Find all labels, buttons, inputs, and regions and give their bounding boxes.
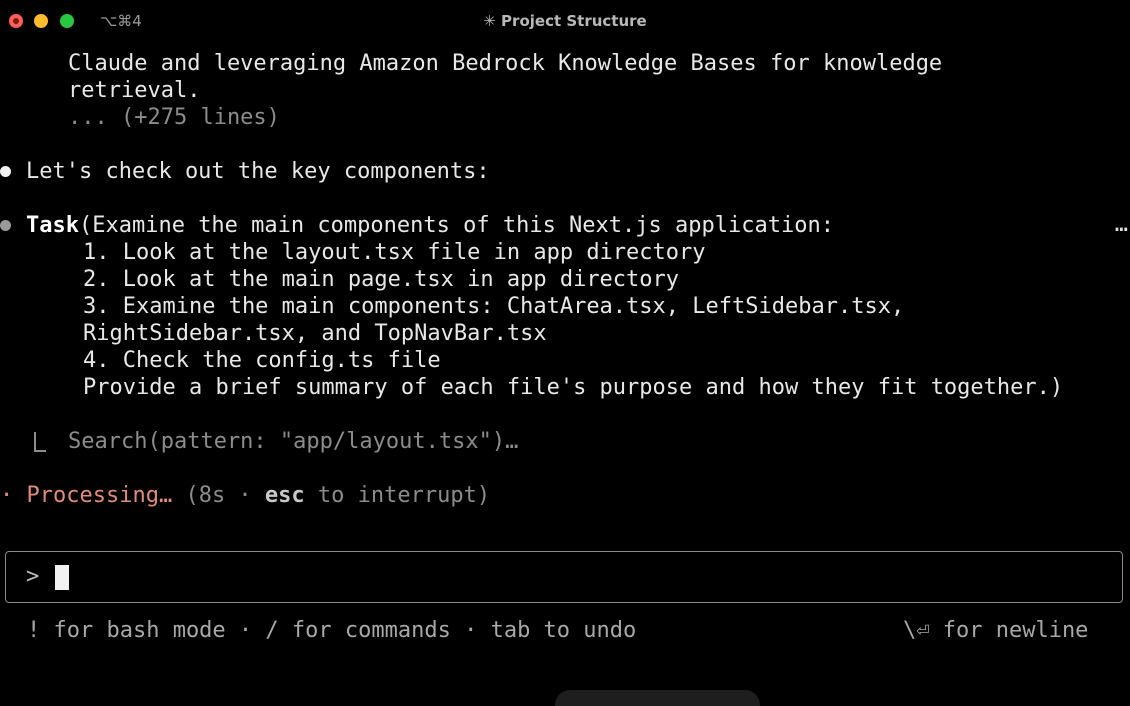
task-line: 1. Look at the layout.tsx file in app di… bbox=[83, 240, 706, 265]
assistant-message: Let's check out the key components: bbox=[26, 159, 490, 184]
footer-hints: ! for bash mode · / for commands · tab t… bbox=[27, 618, 637, 643]
task-header: Task(Examine the main components of this… bbox=[26, 212, 834, 239]
esc-key-label: esc bbox=[264, 483, 305, 508]
task-label: Task bbox=[26, 213, 79, 238]
processing-label: Processing… bbox=[26, 483, 173, 508]
status-line: · Processing… (8s · esc to interrupt) bbox=[0, 482, 490, 509]
newline-hint: \⏎ for newline bbox=[903, 618, 1089, 643]
elapsed-time: (8s · bbox=[172, 483, 265, 508]
tool-call-line: Search(pattern: "app/layout.tsx")… bbox=[68, 429, 519, 454]
task-line: 4. Check the config.ts file bbox=[83, 348, 441, 373]
task-bullet-icon bbox=[0, 220, 11, 231]
task-description: (Examine the main components of this Nex… bbox=[78, 213, 834, 238]
prompt-input[interactable]: > bbox=[5, 551, 1123, 603]
output-line: Claude and leveraging Amazon Bedrock Kno… bbox=[68, 51, 943, 76]
tree-corner-icon bbox=[34, 432, 46, 452]
text-cursor bbox=[55, 565, 69, 590]
task-line: 3. Examine the main components: ChatArea… bbox=[83, 294, 905, 319]
prompt-symbol: > bbox=[26, 564, 40, 589]
status-dot: · bbox=[0, 483, 14, 508]
interrupt-hint: to interrupt) bbox=[304, 483, 491, 508]
bottom-bar-pill bbox=[555, 690, 760, 706]
task-line: Provide a brief summary of each file's p… bbox=[83, 375, 1064, 400]
collapsed-lines-indicator[interactable]: ... (+275 lines) bbox=[68, 104, 280, 131]
output-line: retrieval. bbox=[68, 78, 201, 103]
task-line: RightSidebar.tsx, and TopNavBar.tsx bbox=[83, 321, 547, 346]
title-bar: ⌥⌘4 ✳ Project Structure bbox=[0, 0, 1130, 44]
task-ellipsis[interactable]: … bbox=[1115, 212, 1128, 237]
message-bullet-icon bbox=[0, 166, 11, 177]
task-line: 2. Look at the main page.tsx in app dire… bbox=[83, 267, 680, 292]
window-title: ✳ Project Structure bbox=[483, 12, 647, 30]
